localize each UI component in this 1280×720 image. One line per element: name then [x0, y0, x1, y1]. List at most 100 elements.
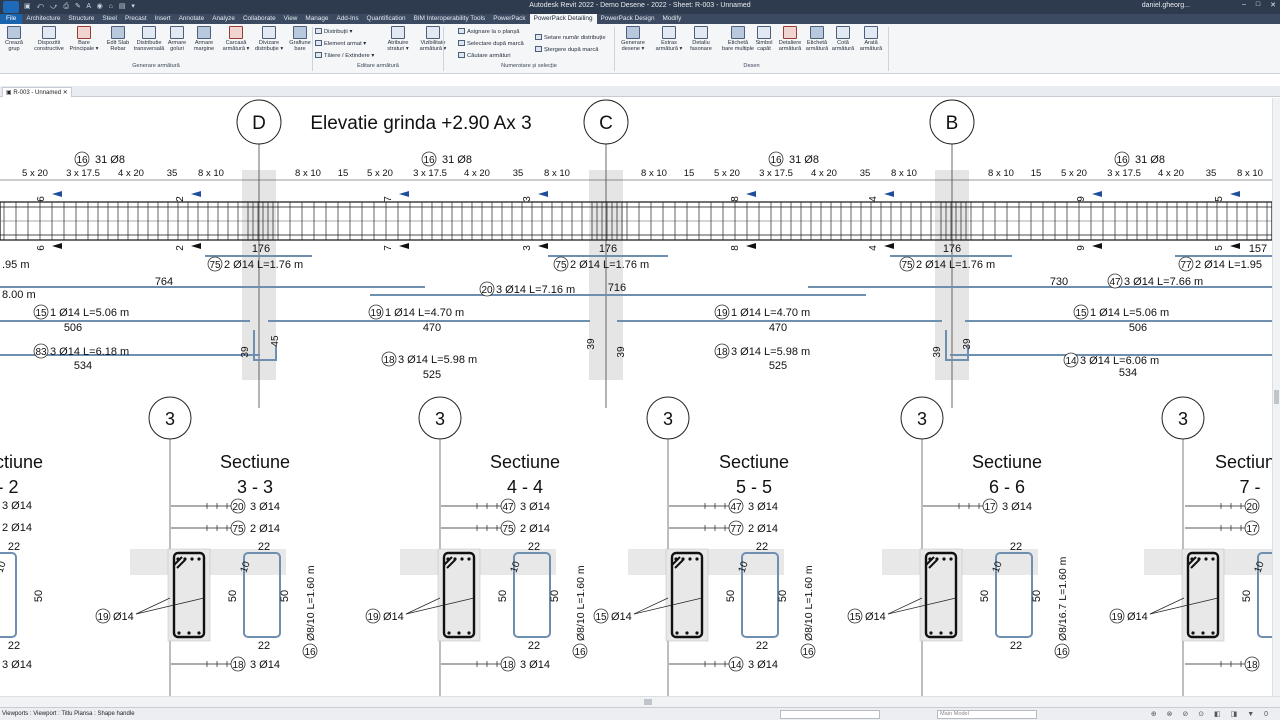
vertical-scrollbar[interactable]: [1272, 98, 1280, 696]
design-option-selector[interactable]: Main Model: [937, 710, 1037, 719]
window-controls[interactable]: – □ ✕: [1242, 1, 1276, 9]
spacing-label: 8 x 10: [295, 168, 321, 179]
horizontal-scrollbar[interactable]: [0, 696, 1280, 707]
cautare-armaturi-button[interactable]: Căutare armături: [458, 52, 511, 59]
rebar-annotation: 1 Ø14 L=5.06 m: [1090, 307, 1169, 319]
user-name[interactable]: daniel.gheorg...: [1142, 2, 1190, 9]
rebar-tool-icon: [783, 26, 797, 39]
tab-annotate[interactable]: Annotate: [175, 14, 209, 24]
selectare-marca-button[interactable]: Selectare după marcă: [458, 40, 524, 47]
tab-powerpack-detailing[interactable]: PowerPack Detailing: [529, 14, 597, 24]
ribbon-button-armare-goluri[interactable]: Armare goluri: [166, 26, 188, 52]
rebar-dot: [1204, 557, 1208, 561]
tab-powerpack-design[interactable]: PowerPack Design: [597, 14, 659, 24]
rebar-annotation: 2 Ø14 L=1.76 m: [224, 259, 303, 271]
close-icon: ✕: [1270, 2, 1276, 9]
small-tool-icon: [458, 52, 465, 58]
bar-tag-number: 17: [1246, 524, 1258, 535]
ribbon-group-label: Numerotare și selecție: [501, 63, 557, 69]
section-mark-number: 3: [522, 196, 533, 202]
tab-file[interactable]: File: [0, 14, 23, 24]
bar-tag-number: 19: [370, 308, 382, 319]
section-title-number: 7 -: [1239, 477, 1260, 497]
section-leader: [441, 503, 501, 509]
ribbon-button-grafiune-bare[interactable]: Grafiune bare: [287, 26, 313, 52]
ribbon-button-carcas-arm-tur[interactable]: Carcasă armătură ▾: [221, 26, 251, 52]
tab-architecture[interactable]: Architecture: [22, 14, 64, 24]
tab-manage[interactable]: Manage: [301, 14, 332, 24]
ribbon-button-etichet-arm-tur[interactable]: Etichetă armătură: [804, 26, 830, 52]
spacing-label: 35: [1206, 168, 1217, 179]
bar-length: 506: [64, 322, 82, 334]
ribbon-button-generare-desene[interactable]: Generare desene ▾: [618, 26, 648, 52]
tab-collaborate[interactable]: Collaborate: [239, 14, 280, 24]
bar-length: 525: [423, 369, 441, 381]
stirrup-text: Ø8/16.7 L=1.60 m: [1057, 556, 1069, 641]
tab-sheet-r003[interactable]: ▣ R-003 - Unnamed ✕: [2, 87, 72, 97]
ribbon-button-dispozitii-constructive[interactable]: Dispozitii constructive: [31, 26, 67, 52]
tab-add-ins[interactable]: Add-Ins: [332, 14, 362, 24]
ribbon-button-arat-arm-tur[interactable]: Arată armătură: [858, 26, 884, 52]
section-arrow-icon: [746, 243, 756, 249]
section-arrow-icon: [399, 243, 409, 249]
ribbon-button-distributie-transversal[interactable]: Distributie transversală: [133, 26, 165, 52]
tab-view[interactable]: View: [280, 14, 302, 24]
distributii-dropdown[interactable]: Distribuții ▾: [315, 28, 352, 35]
tab-bim-interoperability-tools[interactable]: BIM Interoperability Tools: [410, 14, 490, 24]
section-bar-text: Ø14: [1127, 611, 1148, 623]
sheet-drawing[interactable]: D C B Elevatie grinda +2.90 Ax 3 5 x 20 3 x 1…: [0, 98, 1272, 696]
tab-powerpack[interactable]: PowerPack: [489, 14, 529, 24]
ribbon-button-divizare-distribu-ie[interactable]: Divizare distribuție ▾: [254, 26, 284, 52]
ribbon-button-creaz-grup[interactable]: Crează grup: [3, 26, 25, 52]
section-bar-text: Ø14: [383, 611, 404, 623]
section-dim: 22: [756, 541, 768, 553]
tab-modify[interactable]: Modify: [659, 14, 686, 24]
selection-filter-icons[interactable]: ⊕ ⊗ ⊘ ⊙ ◧ ◨ ▼ 0: [1151, 710, 1272, 718]
rebar-dot: [467, 557, 471, 561]
ribbon-button-simbol-cap-t[interactable]: Simbol capăt: [754, 26, 774, 52]
tab-insert[interactable]: Insert: [151, 14, 175, 24]
ribbon-button-extras-arm-tur[interactable]: Extras armătură ▾: [654, 26, 684, 52]
ribbon-button-etichet-bare-multiple[interactable]: Etichetă bare multiple: [720, 26, 756, 52]
tab-analyze[interactable]: Analyze: [208, 14, 239, 24]
bar-tag-number: 19: [367, 612, 379, 623]
bar-tag-number: 77: [1180, 260, 1192, 271]
document-tab-bar: ▣ R-003 - Unnamed ✕: [0, 86, 1280, 97]
ribbon-button-bare-principale[interactable]: Bare Principale ▾: [69, 26, 99, 52]
maximize-icon: □: [1255, 1, 1261, 8]
taiere-extindere-dropdown[interactable]: Tăiere / Extindere ▾: [315, 52, 374, 59]
tab-quantification[interactable]: Quantification: [363, 14, 410, 24]
ribbon-button-edit-slab-rebar[interactable]: Edit Slab Rebar: [105, 26, 131, 52]
tab-steel[interactable]: Steel: [98, 14, 121, 24]
stergere-marca-button[interactable]: Ștergere după marcă: [535, 46, 598, 53]
tab-precast[interactable]: Precast: [121, 14, 151, 24]
tab-structure[interactable]: Structure: [64, 14, 98, 24]
section-leader: [887, 597, 923, 615]
ribbon-button-atribuire-straturi[interactable]: Atribuire straturi ▾: [381, 26, 415, 52]
element-armat-dropdown[interactable]: Element armat ▾: [315, 40, 366, 47]
section-axis-label: 3: [663, 409, 673, 429]
setare-numar-distributie-button[interactable]: Setare număr distribuție: [535, 34, 606, 41]
bar-length-left: .95 m: [2, 259, 30, 271]
section-dim: 50: [1241, 590, 1253, 602]
section-arrow-icon: [399, 191, 409, 197]
ribbon-button-cot-arm-tur[interactable]: Cotă armătură: [831, 26, 855, 52]
ribbon-button-detaliere-arm-tur[interactable]: Detaliere armătură: [777, 26, 803, 52]
section-leader: [923, 503, 983, 509]
ribbon-button-armare-margine[interactable]: Armare margine: [190, 26, 218, 52]
spacing-label: 4 x 20: [1158, 168, 1184, 179]
bar-tag-number: 16: [76, 155, 88, 166]
spacing-label: 4 x 20: [118, 168, 144, 179]
small-tool-icon: [458, 28, 465, 34]
asignare-plansa-button[interactable]: Asignare la o planșă: [458, 28, 520, 35]
ribbon-button-detaliu-fasonare[interactable]: Detaliu fasonare: [687, 26, 715, 52]
rebar-tool-icon: [662, 26, 676, 39]
rebar-dot: [675, 631, 679, 635]
bar-tag-number: 75: [555, 260, 567, 271]
section-dim: 22: [8, 541, 20, 553]
section-leader: [171, 525, 231, 531]
drawing-canvas[interactable]: D C B Elevatie grinda +2.90 Ax 3 5 x 20 3 x 1…: [0, 98, 1272, 696]
workset-selector[interactable]: [780, 710, 880, 719]
close-tab-icon[interactable]: ✕: [63, 90, 68, 96]
spacing-label: 35: [860, 168, 871, 179]
